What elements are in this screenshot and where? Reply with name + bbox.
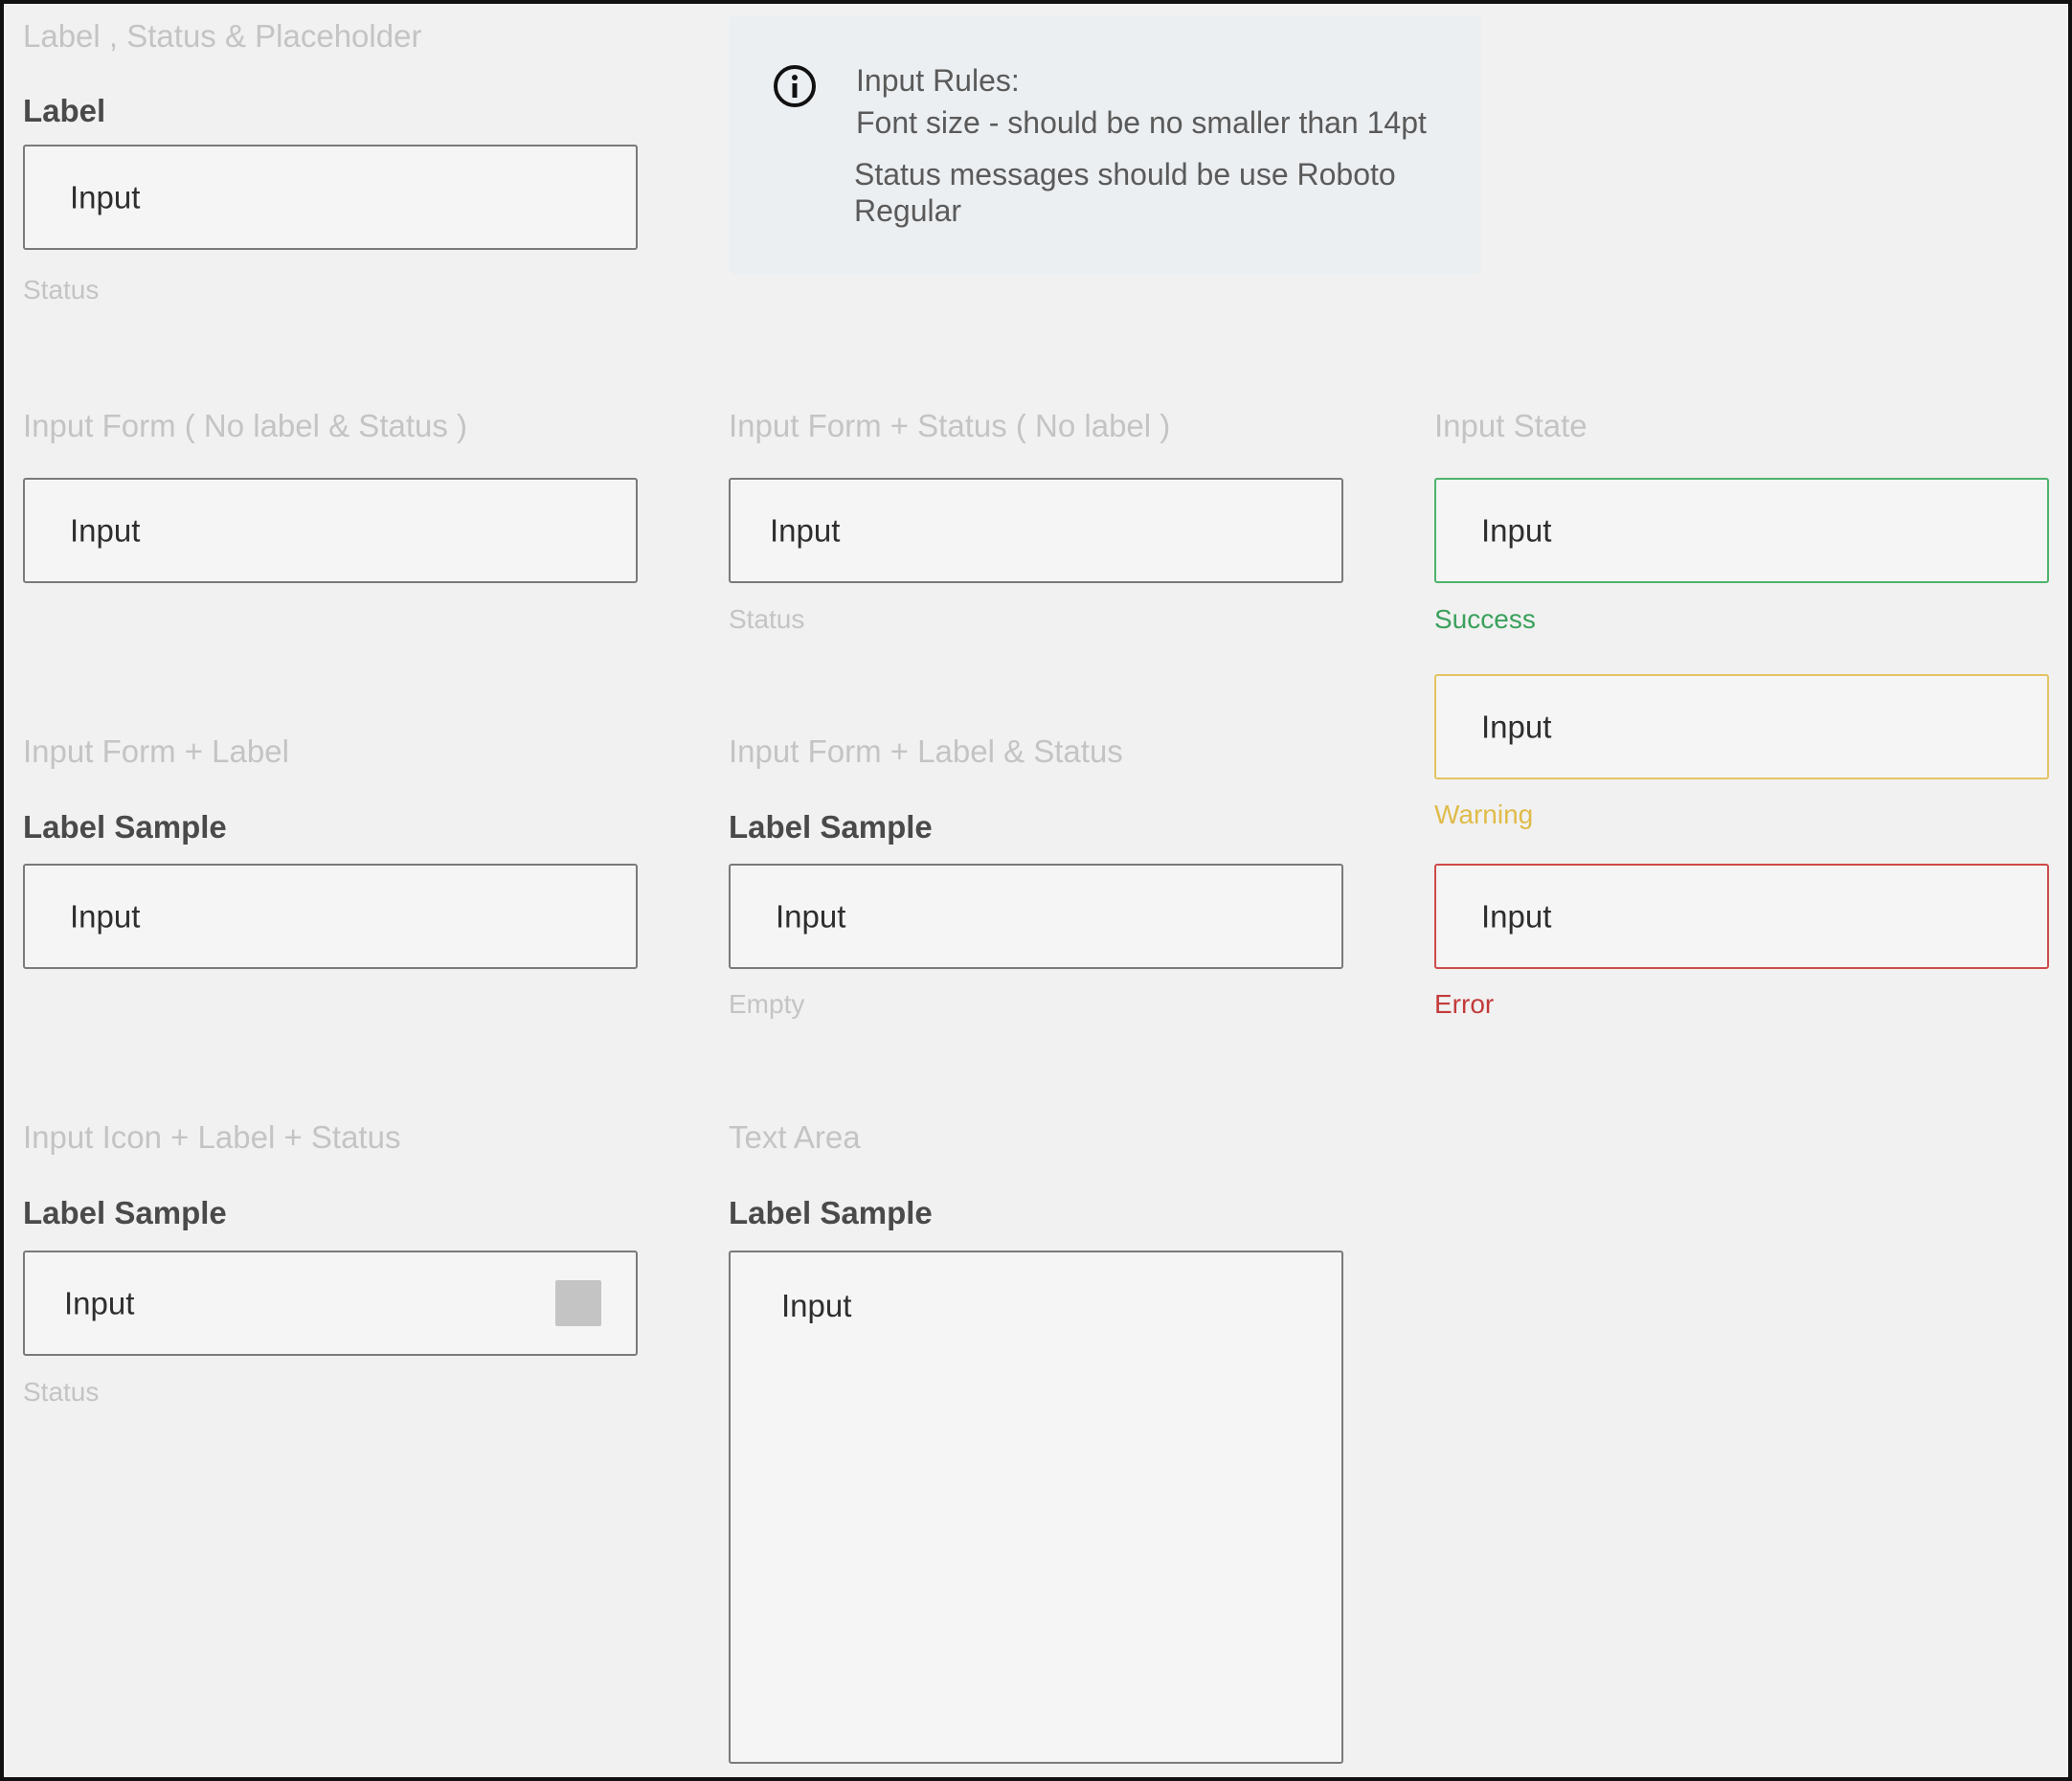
input-value: Input [1481,512,1552,549]
canvas-frame: Label , Status & Placeholder Label Input… [0,0,2072,1781]
input-value: Input [1481,709,1552,745]
section-title-label-status: Input Form + Label & Status [729,733,1123,769]
warning-input[interactable]: Input [1434,674,2049,779]
section-title-status-no-label: Input Form + Status ( No label ) [729,408,1171,443]
success-input[interactable]: Input [1434,478,2049,583]
field-label: Label Sample [23,1195,227,1230]
section-title-basic: Label , Status & Placeholder [23,18,422,54]
info-title: Input Rules: [856,63,1020,98]
input-value: Input [770,512,841,549]
info-rule-font-size: Font size - should be no smaller than 14… [856,105,1427,140]
icon-input[interactable]: Input [23,1251,638,1356]
status-text: Empty [729,989,805,1019]
info-icon [774,65,816,107]
input-value: Input [64,1285,135,1321]
status-text: Status [729,604,805,634]
input-value: Input [70,179,141,215]
input-value: Input [781,1288,852,1323]
no-label-input[interactable]: Input [23,478,638,583]
label-status-input[interactable]: Input [729,864,1343,969]
input-value: Input [70,898,141,935]
status-text: Status [23,1377,100,1407]
field-label: Label Sample [23,809,227,845]
field-label: Label Sample [729,1195,933,1230]
field-label: Label [23,93,106,128]
success-status: Success [1434,604,1536,634]
section-title-icon-label-status: Input Icon + Label + Status [23,1119,401,1155]
input-value: Input [776,898,846,935]
info-rule-status: Status messages should be use Roboto Reg… [854,157,1396,229]
error-input[interactable]: Input [1434,864,2049,969]
input-value: Input [70,512,141,549]
section-title-input-state: Input State [1434,408,1588,443]
section-title-no-label-status: Input Form ( No label & Status ) [23,408,468,443]
input-value: Input [1481,898,1552,935]
status-no-label-input[interactable]: Input [729,478,1343,583]
square-placeholder-icon[interactable] [555,1280,601,1326]
error-status: Error [1434,989,1495,1019]
warning-status: Warning [1434,800,1534,829]
status-text: Status [23,275,100,304]
text-area[interactable]: Input [729,1251,1343,1764]
section-title-with-label: Input Form + Label [23,733,289,769]
basic-input[interactable]: Input [23,145,638,250]
input-rules-card: Input Rules: Font size - should be no sm… [729,15,1481,274]
with-label-input[interactable]: Input [23,864,638,969]
section-title-text-area: Text Area [729,1119,861,1155]
field-label: Label Sample [729,809,933,845]
